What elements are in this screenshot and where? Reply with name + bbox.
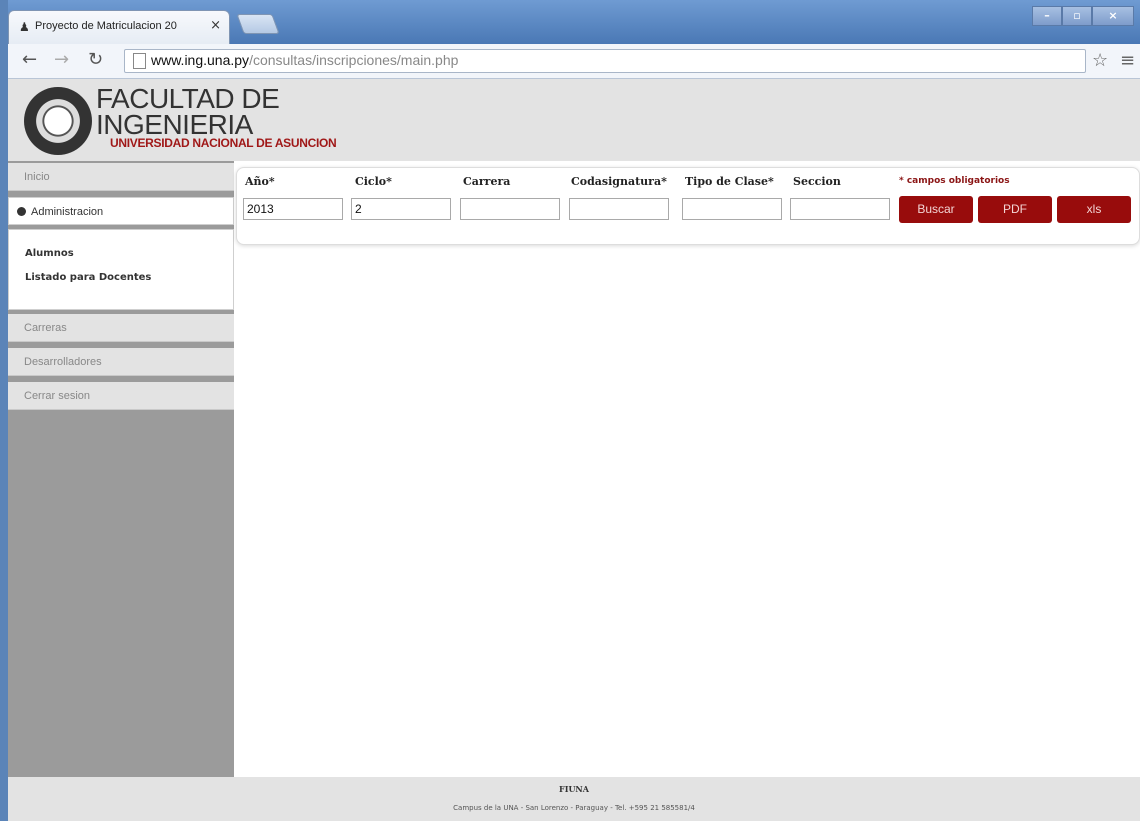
label-codasignatura: Codasignatura* bbox=[571, 175, 667, 188]
forward-arrow-icon[interactable]: → bbox=[54, 50, 69, 70]
label-ciclo: Ciclo* bbox=[355, 175, 392, 188]
sidebar-item-desarrolladores[interactable]: Desarrolladores bbox=[8, 348, 234, 376]
label-seccion: Seccion bbox=[793, 175, 841, 188]
graduation-favicon-icon: ♟ bbox=[19, 20, 30, 34]
buscar-button[interactable]: Buscar bbox=[899, 196, 973, 223]
xls-button[interactable]: xls bbox=[1057, 196, 1131, 223]
label-carrera: Carrera bbox=[463, 175, 511, 188]
page-content: FACULTAD DE INGENIERIA UNIVERSIDAD NACIO… bbox=[8, 79, 1140, 821]
footer-title: FIUNA bbox=[559, 784, 589, 794]
browser-window: ♟ Proyecto de Matriculacion 20 × – ▫ × ←… bbox=[8, 0, 1140, 821]
site-title: FACULTAD DE INGENIERIA bbox=[96, 83, 280, 140]
pdf-button[interactable]: PDF bbox=[978, 196, 1052, 223]
browser-tab[interactable]: ♟ Proyecto de Matriculacion 20 × bbox=[8, 10, 230, 44]
sidebar-item-cerrar-sesion[interactable]: Cerrar sesion bbox=[8, 382, 234, 410]
window-controls: – ▫ × bbox=[1032, 6, 1134, 26]
tab-title: Proyecto de Matriculacion 20 bbox=[35, 20, 177, 32]
browser-toolbar: ← → ↻ www.ing.una.py/consultas/inscripci… bbox=[8, 44, 1140, 79]
sidebar-item-inicio[interactable]: Inicio bbox=[8, 163, 234, 191]
menu-icon[interactable]: ≡ bbox=[1120, 50, 1135, 71]
close-window-button[interactable]: × bbox=[1092, 6, 1134, 26]
anio-input[interactable] bbox=[243, 198, 343, 220]
submenu-administracion: Alumnos Listado para Docentes bbox=[8, 229, 234, 310]
university-seal-icon bbox=[24, 87, 92, 155]
submenu-item-listado-docentes[interactable]: Listado para Docentes bbox=[25, 272, 151, 283]
maximize-button[interactable]: ▫ bbox=[1062, 6, 1092, 26]
bullet-icon bbox=[17, 207, 26, 216]
site-footer: FIUNA Campus de la UNA - San Lorenzo - P… bbox=[8, 777, 1140, 821]
ciclo-input[interactable] bbox=[351, 198, 451, 220]
back-arrow-icon[interactable]: ← bbox=[22, 50, 37, 70]
label-anio: Año* bbox=[245, 175, 275, 188]
codasignatura-input[interactable] bbox=[569, 198, 669, 220]
sidebar-item-administracion[interactable]: Administracion bbox=[8, 197, 234, 225]
tab-close-icon[interactable]: × bbox=[210, 18, 221, 33]
submenu-item-alumnos[interactable]: Alumnos bbox=[25, 248, 74, 259]
label-tipo-clase: Tipo de Clase* bbox=[685, 175, 774, 188]
tab-strip: ♟ Proyecto de Matriculacion 20 × – ▫ × bbox=[8, 0, 1140, 44]
tipo-clase-input[interactable] bbox=[682, 198, 782, 220]
reload-icon[interactable]: ↻ bbox=[88, 50, 103, 70]
footer-address: Campus de la UNA - San Lorenzo - Paragua… bbox=[453, 804, 695, 812]
required-fields-note: * campos obligatorios bbox=[899, 176, 1010, 186]
seccion-input[interactable] bbox=[790, 198, 890, 220]
url-text: www.ing.una.py/consultas/inscripciones/m… bbox=[151, 52, 459, 68]
bookmark-star-icon[interactable]: ☆ bbox=[1092, 50, 1108, 71]
minimize-button[interactable]: – bbox=[1032, 6, 1062, 26]
sidebar: Inicio Administracion Alumnos Listado pa… bbox=[8, 161, 234, 777]
address-bar[interactable]: www.ing.una.py/consultas/inscripciones/m… bbox=[124, 49, 1086, 73]
site-header: FACULTAD DE INGENIERIA UNIVERSIDAD NACIO… bbox=[8, 79, 1140, 161]
search-form: Año* Ciclo* Carrera Codasignatura* Tipo … bbox=[236, 167, 1140, 245]
sidebar-item-carreras[interactable]: Carreras bbox=[8, 314, 234, 342]
carrera-input[interactable] bbox=[460, 198, 560, 220]
new-tab-button[interactable] bbox=[236, 14, 280, 34]
page-icon bbox=[133, 53, 146, 69]
site-subtitle: UNIVERSIDAD NACIONAL DE ASUNCION bbox=[110, 136, 337, 150]
